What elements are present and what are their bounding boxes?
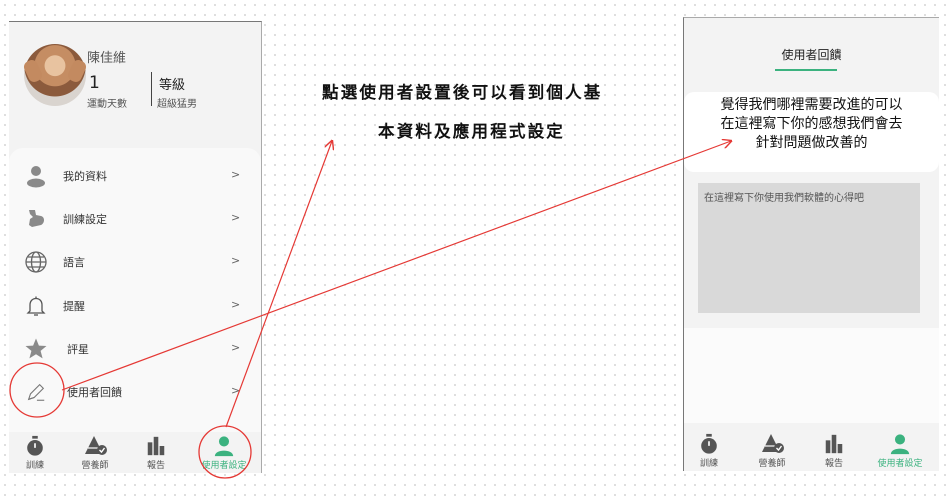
nav-user-settings[interactable]: 使用者設定 <box>870 431 930 471</box>
settings-menu: 我的資料 > 訓練設定 > 語言 > 提醒 > 評星 > 使用者回饋 > <box>9 148 261 432</box>
nav-report[interactable]: 報告 <box>126 433 186 473</box>
feedback-screen: 使用者回饋 覺得我們哪裡需要改進的可以 在這裡寫下你的感想我們會去 針對問題做改… <box>683 17 939 471</box>
profile-name: 陳佳維 <box>87 51 127 66</box>
menu-item-rating[interactable]: 評星 > <box>9 331 261 367</box>
nav-nutritionist[interactable]: 營養師 <box>742 431 802 471</box>
nav-nutritionist[interactable]: 營養師 <box>65 433 125 473</box>
bottom-nav: 訓練 營養師 報告 使用者設定 <box>9 433 261 473</box>
divider <box>151 72 152 106</box>
prompt-line: 在這裡寫下你的感想我們會去 <box>720 116 903 132</box>
user-icon <box>213 435 235 457</box>
page-title: 使用者回饋 <box>781 48 842 62</box>
pyramid-check-icon <box>761 433 784 455</box>
pencil-icon <box>23 380 49 404</box>
menu-item-label: 我的資料 <box>63 170 107 183</box>
chevron-right-icon: > <box>231 211 241 224</box>
nav-report[interactable]: 報告 <box>804 431 864 471</box>
chevron-right-icon: > <box>231 298 241 311</box>
nav-label: 訓練 <box>699 459 718 469</box>
feedback-prompt: 覺得我們哪裡需要改進的可以 在這裡寫下你的感想我們會去 針對問題做改善的 <box>684 92 939 172</box>
user-icon <box>889 433 911 455</box>
avatar[interactable] <box>22 44 88 106</box>
nav-training[interactable]: 訓練 <box>9 433 65 473</box>
bell-icon <box>23 294 49 318</box>
level-value: 超級猛男 <box>157 99 197 110</box>
menu-item-reminder[interactable]: 提醒 > <box>9 288 261 324</box>
menu-item-label: 評星 <box>67 343 89 356</box>
settings-screen: 陳佳維 1 運動天數 等級 超級猛男 我的資料 > 訓練設定 > 語言 > 提醒… <box>9 21 262 473</box>
feedback-textarea[interactable] <box>698 183 920 313</box>
menu-item-user-feedback[interactable]: 使用者回饋 > <box>9 374 261 410</box>
nav-label: 使用者設定 <box>877 459 923 469</box>
menu-item-label: 訓練設定 <box>63 213 107 226</box>
days-value: 1 <box>89 73 100 93</box>
title-underline <box>775 69 837 71</box>
nav-label: 訓練 <box>25 461 44 471</box>
star-icon <box>23 337 49 361</box>
level-label: 等級 <box>159 78 186 93</box>
chevron-right-icon: > <box>231 384 241 397</box>
nav-label: 使用者設定 <box>201 461 247 471</box>
menu-item-language[interactable]: 語言 > <box>9 244 261 280</box>
menu-item-label: 使用者回饋 <box>67 386 122 399</box>
nav-label: 報告 <box>824 459 843 469</box>
stopwatch-icon <box>698 433 720 455</box>
menu-item-training-settings[interactable]: 訓練設定 > <box>9 201 261 237</box>
globe-icon <box>23 250 49 274</box>
menu-item-label: 語言 <box>63 256 85 269</box>
chevron-right-icon: > <box>231 168 241 181</box>
bar-chart-icon <box>145 435 167 457</box>
chevron-right-icon: > <box>231 341 241 354</box>
bottom-nav: 訓練 營養師 報告 使用者設定 <box>684 431 939 471</box>
nav-training[interactable]: 訓練 <box>684 431 739 471</box>
annotation-line-1: 點選使用者設置後可以看到個人基 <box>322 83 603 102</box>
days-caption: 運動天數 <box>87 99 127 110</box>
prompt-line: 覺得我們哪裡需要改進的可以 <box>720 97 903 113</box>
stopwatch-icon <box>24 435 46 457</box>
annotation-line-2: 本資料及應用程式設定 <box>378 122 565 141</box>
spacer-panel <box>684 328 939 423</box>
chevron-right-icon: > <box>231 254 241 267</box>
nav-label: 營養師 <box>81 461 109 471</box>
nav-user-settings[interactable]: 使用者設定 <box>194 433 254 473</box>
nav-label: 營養師 <box>758 459 786 469</box>
menu-item-my-profile[interactable]: 我的資料 > <box>9 158 261 194</box>
pyramid-check-icon <box>84 435 107 457</box>
muscle-arm-icon <box>23 207 49 231</box>
bar-chart-icon <box>823 433 845 455</box>
nav-label: 報告 <box>146 461 165 471</box>
prompt-line: 針對問題做改善的 <box>755 135 868 151</box>
menu-item-label: 提醒 <box>63 300 85 313</box>
person-icon <box>23 164 49 188</box>
